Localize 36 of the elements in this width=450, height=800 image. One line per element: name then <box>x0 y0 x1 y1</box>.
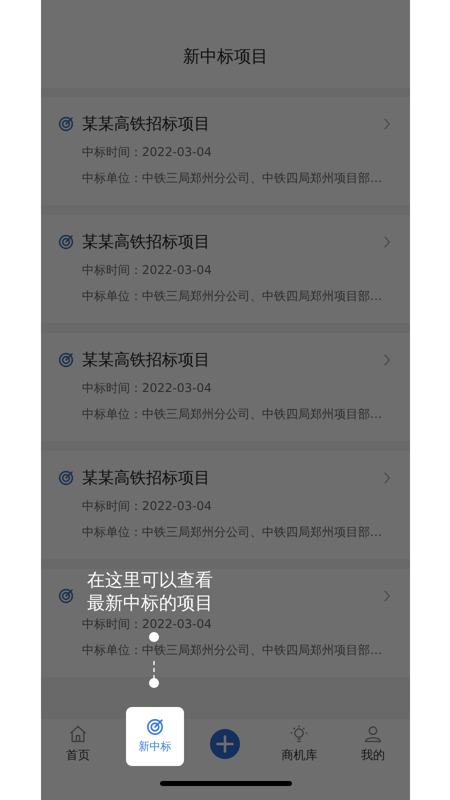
award-date: 中标时间：2022-03-04 <box>82 616 213 633</box>
list-card[interactable]: 某某高铁招标项目 中标时间：2022-03-04 中标单位：中铁三局郑州分公司、中铁四局郑州项目部… <box>41 451 410 559</box>
page-title: 新中标项目 <box>183 46 268 68</box>
tab-item[interactable]: 首页 <box>41 721 115 767</box>
tab-item[interactable]: 我的 <box>336 721 410 767</box>
item-title: 某某高铁招标项目 <box>82 468 210 487</box>
item-title: 某某高铁招标项目 <box>82 232 210 251</box>
award-units: 中标单位：中铁三局郑州分公司、中铁四局郑州项目部… <box>82 524 383 541</box>
award-units: 中标单位：中铁三局郑州分公司、中铁四局郑州项目部… <box>82 288 383 305</box>
item-title: 某某高铁招标项目 <box>82 114 210 133</box>
award-date: 中标时间：2022-03-04 <box>82 144 213 161</box>
award-date: 中标时间：2022-03-04 <box>82 380 213 397</box>
target-icon <box>58 116 74 132</box>
tab-item[interactable]: 商机库 <box>262 721 336 767</box>
award-units: 中标单位：中铁三局郑州分公司、中铁四局郑州项目部… <box>82 406 383 423</box>
target-icon <box>58 470 74 486</box>
list-card[interactable]: 在这里可以查看 最新中标的项目 中标时间：2022-03-04 中标单位：中铁三局郑州分公司、中铁四局郑州项目部… <box>41 569 410 677</box>
list-card[interactable]: 某某高铁招标项目 中标时间：2022-03-04 中标单位：中铁三局郑州分公司、中铁四局郑州项目部… <box>41 333 410 441</box>
guide-text: 最新中标的项目 <box>87 592 213 615</box>
list-card[interactable]: 某某高铁招标项目 中标时间：2022-03-04 中标单位：中铁三局郑州分公司、中铁四局郑州项目部… <box>41 97 410 205</box>
add-button[interactable] <box>210 729 240 759</box>
award-units: 中标单位：中铁三局郑州分公司、中铁四局郑州项目部… <box>82 170 383 187</box>
guide-text: 在这里可以查看 <box>87 569 213 592</box>
list-card[interactable]: 某某高铁招标项目 中标时间：2022-03-04 中标单位：中铁三局郑州分公司、中铁四局郑州项目部… <box>41 215 410 323</box>
tab-item[interactable]: 新中标 <box>126 707 184 766</box>
target-icon <box>58 234 74 250</box>
item-title: 某某高铁招标项目 <box>82 350 210 369</box>
home-icon <box>68 724 88 744</box>
award-date: 中标时间：2022-03-04 <box>82 498 213 515</box>
award-units: 中标单位：中铁三局郑州分公司、中铁四局郑州项目部… <box>82 642 383 659</box>
lightbulb-icon <box>289 724 310 744</box>
person-icon <box>363 724 384 744</box>
target-icon <box>58 352 74 368</box>
award-date: 中标时间：2022-03-04 <box>82 262 213 279</box>
target-icon <box>58 588 74 604</box>
target-icon <box>146 718 164 736</box>
